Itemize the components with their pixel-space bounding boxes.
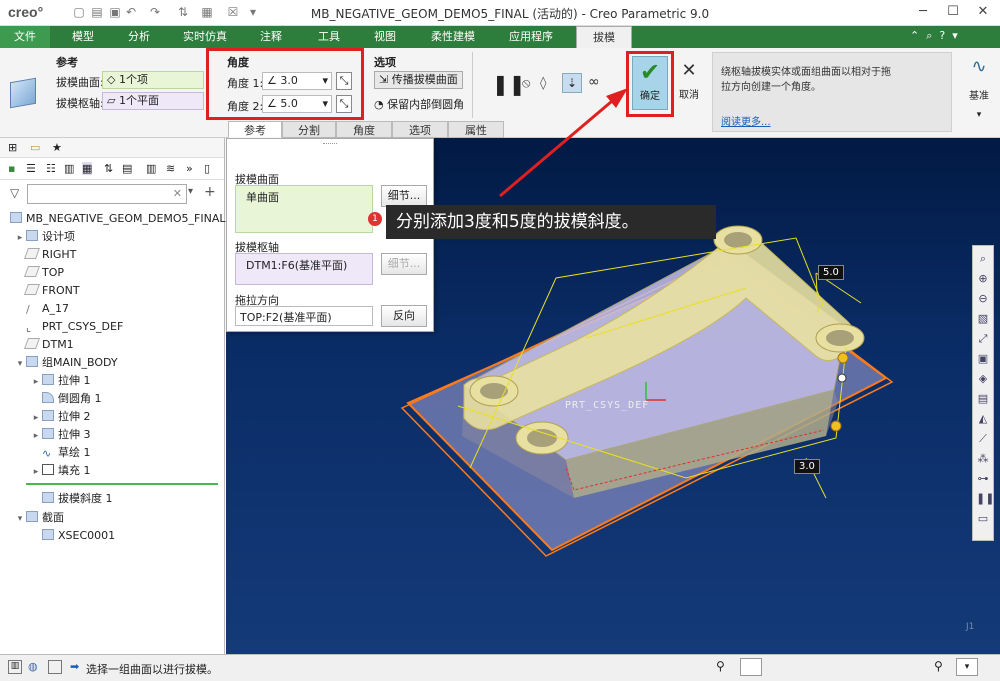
message-arrow-icon: ➡ (70, 660, 80, 673)
panel-toggle-icon[interactable]: ▥ (8, 660, 22, 674)
pause-animation-icon[interactable]: ❚❚ (976, 492, 994, 506)
arrow-line (499, 94, 619, 198)
refit-icon[interactable]: ⌕ (976, 252, 990, 266)
more-icon[interactable]: ▭ (976, 512, 990, 526)
view-manager-icon[interactable]: ▤ (976, 392, 990, 406)
display-style-icon[interactable]: ▣ (976, 352, 990, 366)
view-toolbar: ⌕ ⊕ ⊖ ▧ ⤢ ▣ ◈ ▤ ◭ ⟋ ⁂ ⊶ ❚❚ ▭ (972, 245, 994, 541)
find-icon-2[interactable]: ⚲ (934, 659, 943, 673)
status-bar: ▥ ◍ ➡ 选择一组曲面以进行拔模。 ⚲ ⚲ ▾ (0, 654, 1000, 681)
zoom-out-icon[interactable]: ⊖ (976, 292, 990, 306)
zoom-in-icon[interactable]: ⊕ (976, 272, 990, 286)
annotation-arrow (499, 88, 628, 198)
repaint-icon[interactable]: ▧ (976, 312, 990, 326)
browser-toggle-icon[interactable]: ◍ (28, 660, 38, 673)
status-message: 选择一组曲面以进行拔模。 (86, 663, 218, 676)
datum-display-icon[interactable]: ⁂ (976, 452, 990, 466)
saved-views-icon[interactable]: ◈ (976, 372, 990, 386)
find-icon[interactable]: ⚲ (716, 659, 725, 673)
section-view-icon[interactable]: ⟋ (976, 432, 990, 446)
orient-icon[interactable]: ⤢ (976, 332, 990, 346)
perspective-icon[interactable]: ◭ (976, 412, 990, 426)
annotation-display-icon[interactable]: ⊶ (976, 472, 990, 486)
chevron-down-icon[interactable]: ▾ (956, 658, 978, 676)
selection-filter-dropdown[interactable] (740, 658, 762, 676)
fullscreen-icon[interactable] (48, 660, 62, 674)
